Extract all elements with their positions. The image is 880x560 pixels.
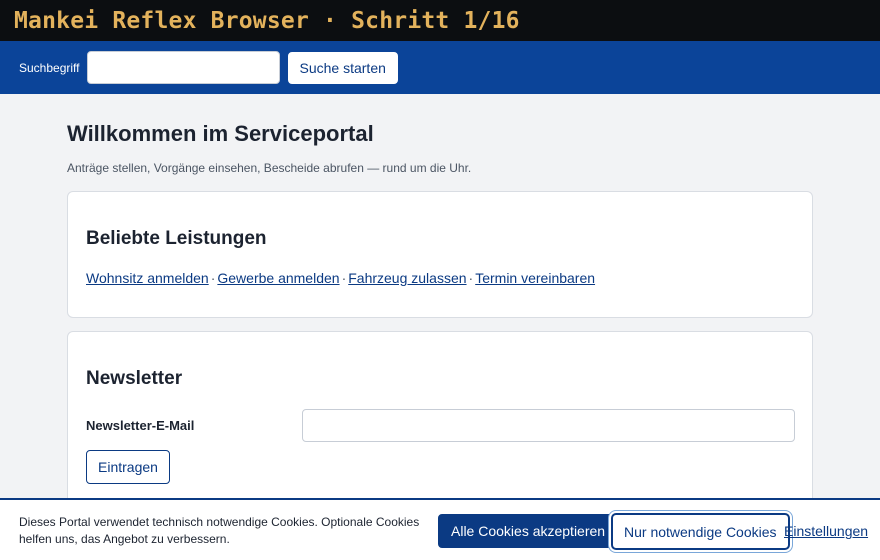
search-input[interactable]: [86, 51, 280, 84]
accept-all-cookies-button[interactable]: Alle Cookies akzeptieren: [438, 514, 619, 548]
link-separator: ·: [341, 270, 347, 286]
newsletter-submit-button[interactable]: Eintragen: [86, 450, 170, 484]
necessary-cookies-only-button[interactable]: Nur notwendige Cookies: [611, 513, 790, 550]
cookie-banner: Dieses Portal verwendet technisch notwen…: [0, 498, 880, 560]
popular-services-card: Beliebte Leistungen Wohnsitz anmelden · Ge…: [67, 191, 813, 318]
link-gewerbe-anmelden[interactable]: Gewerbe anmelden: [217, 270, 339, 286]
cookie-settings-link[interactable]: Einstellungen: [784, 523, 868, 539]
newsletter-heading: Newsletter: [86, 368, 183, 389]
window-titlebar: Mankei Reflex Browser · Schritt 1/16: [0, 0, 880, 41]
popular-services-heading: Beliebte Leistungen: [86, 228, 267, 249]
window-title: Mankei Reflex Browser · Schritt 1/16: [14, 7, 520, 34]
page-subtitle: Anträge stellen, Vorgänge einsehen, Besc…: [67, 161, 472, 175]
newsletter-email-label: Newsletter-E-Mail: [86, 418, 195, 433]
page-title: Willkommen im Serviceportal: [67, 121, 374, 146]
popular-services-links: Wohnsitz anmelden · Gewerbe anmelden · Fahrz…: [86, 270, 595, 286]
link-wohnsitz-anmelden[interactable]: Wohnsitz anmelden: [86, 270, 209, 286]
newsletter-email-input[interactable]: [302, 409, 795, 442]
link-fahrzeug-zulassen[interactable]: Fahrzeug zulassen: [348, 270, 466, 286]
newsletter-card: Newsletter Newsletter-E-Mail Eintragen: [67, 331, 813, 506]
link-separator: ·: [468, 270, 474, 286]
cookie-banner-text: Dieses Portal verwendet technisch notwen…: [19, 515, 420, 546]
main-content: Willkommen im Serviceportal Anträge stel…: [67, 94, 813, 506]
search-button[interactable]: Suche starten: [287, 51, 398, 84]
link-termin-vereinbaren[interactable]: Termin vereinbaren: [475, 270, 595, 286]
search-bar: Suchbegriff Suche starten: [0, 41, 880, 94]
search-label: Suchbegriff: [19, 60, 80, 75]
